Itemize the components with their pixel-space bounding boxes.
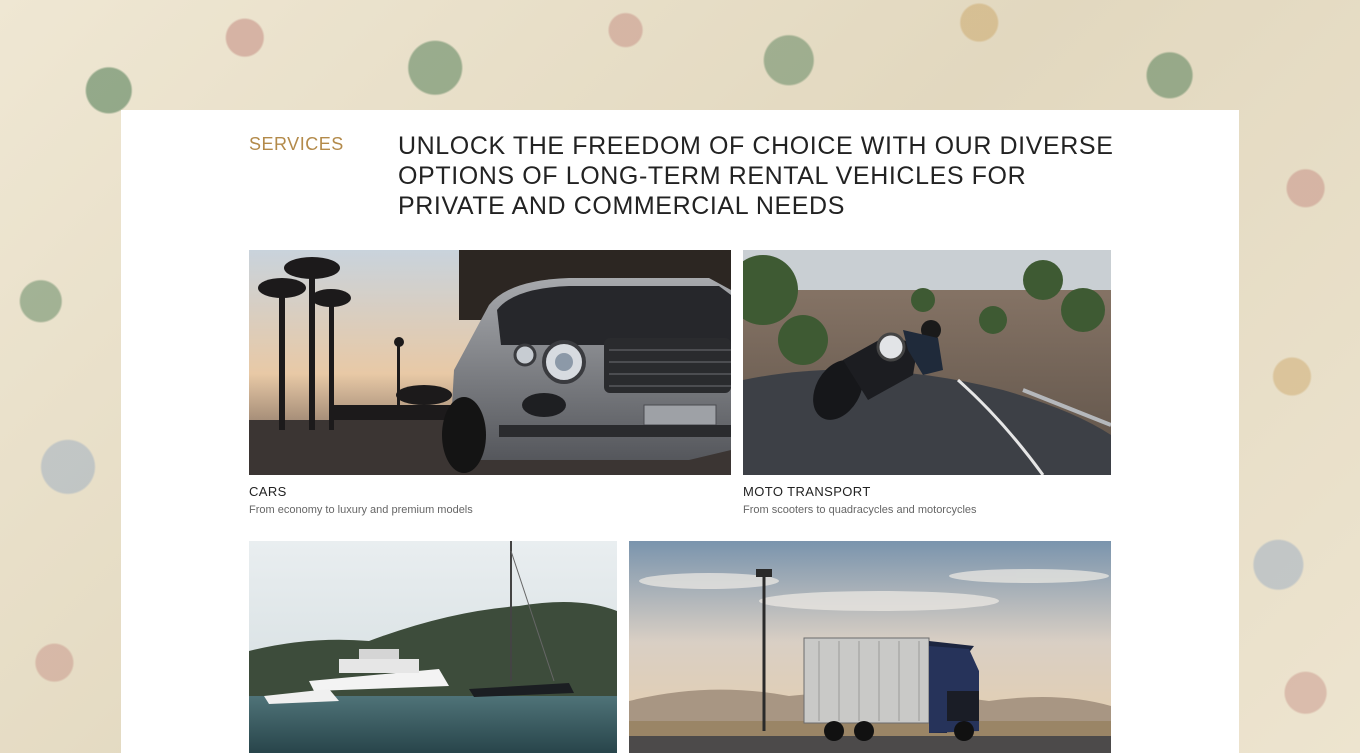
yachts-image[interactable]	[249, 541, 617, 753]
cars-image[interactable]	[249, 250, 731, 475]
services-card: SERVICES UNLOCK THE FREEDOM OF CHOICE WI…	[121, 110, 1239, 753]
service-tile-yachts[interactable]	[249, 541, 617, 753]
trucks-image[interactable]	[629, 541, 1111, 753]
cars-title[interactable]: CARS	[249, 484, 287, 499]
moto-title[interactable]: MOTO TRANSPORT	[743, 484, 871, 499]
page: SERVICES UNLOCK THE FREEDOM OF CHOICE WI…	[0, 0, 1360, 753]
section-label: SERVICES	[249, 134, 344, 154]
moto-subtitle: From scooters to quadracycles and motorc…	[743, 504, 977, 516]
service-tile-cars[interactable]: CARS From economy to luxury and premium …	[249, 250, 731, 516]
cars-subtitle: From economy to luxury and premium model…	[249, 504, 473, 516]
section-headline: UNLOCK THE FREEDOM OF CHOICE WITH OUR DI…	[398, 132, 1114, 220]
service-tile-moto[interactable]: MOTO TRANSPORT From scooters to quadracy…	[743, 250, 1111, 516]
moto-image[interactable]	[743, 250, 1111, 475]
service-tile-trucks[interactable]	[629, 541, 1111, 753]
